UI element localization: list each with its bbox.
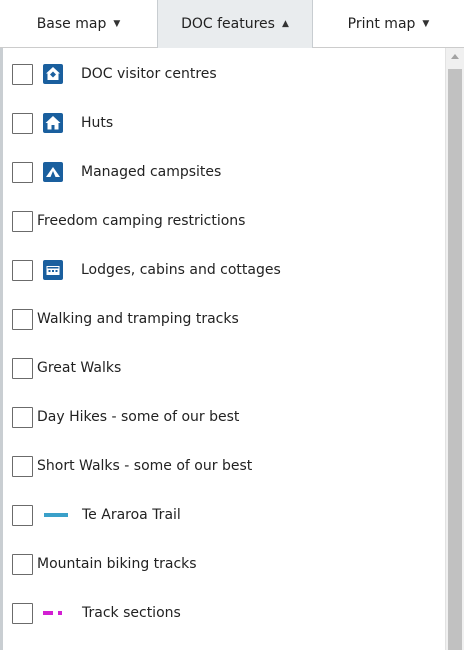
layer-item-managed-campsites[interactable]: Managed campsites — [12, 158, 221, 186]
doc-map-layers-window: Base map ▼ DOC features ▲ Print map ▼ DO… — [0, 0, 464, 650]
layer-label: Mountain biking tracks — [37, 556, 197, 572]
layer-item-doc-visitor-centres[interactable]: DOC visitor centres — [12, 60, 217, 88]
tab-doc-features-label: DOC features — [181, 16, 275, 32]
layer-label: Te Araroa Trail — [82, 507, 181, 523]
layer-label: Walking and tramping tracks — [37, 311, 239, 327]
chevron-down-icon: ▼ — [113, 18, 121, 29]
chevron-up-icon: ▲ — [281, 19, 289, 29]
layer-checkbox[interactable] — [12, 308, 33, 330]
layer-label: DOC visitor centres — [81, 66, 217, 82]
layer-label: Freedom camping restrictions — [37, 213, 246, 229]
layer-checkbox[interactable] — [12, 357, 33, 379]
hut-icon — [43, 113, 63, 133]
layer-item-short-walks[interactable]: Short Walks - some of our best — [12, 452, 252, 480]
tab-print-map[interactable]: Print map ▼ — [313, 0, 464, 48]
layer-checkbox[interactable] — [12, 112, 33, 134]
map-tab-bar: Base map ▼ DOC features ▲ Print map ▼ — [0, 0, 464, 48]
layer-label: Managed campsites — [81, 164, 222, 180]
layer-label: Short Walks - some of our best — [37, 458, 253, 474]
layer-label: Huts — [81, 115, 114, 131]
layer-item-lodges-cabins-cottages[interactable]: Lodges, cabins and cottages — [12, 256, 281, 284]
layer-item-great-walks[interactable]: Great Walks — [12, 354, 121, 382]
doc-features-panel: DOC visitor centres Huts Managed campsit… — [0, 48, 464, 650]
campsite-icon — [43, 162, 63, 182]
track-sections-dashed-icon — [42, 603, 70, 623]
layer-item-freedom-camping-restrictions[interactable]: Freedom camping restrictions — [12, 207, 245, 235]
layer-checkbox[interactable] — [12, 259, 33, 281]
layer-label: Lodges, cabins and cottages — [81, 262, 281, 278]
tab-print-map-label: Print map — [347, 15, 416, 32]
layer-checkbox[interactable] — [12, 406, 33, 428]
chevron-down-icon: ▼ — [422, 18, 430, 29]
te-araroa-line-icon — [42, 505, 70, 525]
layer-checkbox[interactable] — [12, 210, 33, 232]
layer-checkbox[interactable] — [12, 553, 33, 575]
visitor-centre-icon — [43, 64, 63, 84]
layer-checkbox[interactable] — [12, 63, 33, 85]
layer-item-track-sections[interactable]: Track sections — [12, 599, 181, 627]
layer-item-huts[interactable]: Huts — [12, 109, 113, 137]
layer-checkbox[interactable] — [12, 504, 33, 526]
layer-item-day-hikes[interactable]: Day Hikes - some of our best — [12, 403, 239, 431]
layer-label: Day Hikes - some of our best — [37, 409, 240, 425]
layer-checkbox[interactable] — [12, 455, 33, 477]
layer-item-walking-tramping-tracks[interactable]: Walking and tramping tracks — [12, 305, 239, 333]
layer-checkbox[interactable] — [12, 602, 33, 624]
layer-item-te-araroa-trail[interactable]: Te Araroa Trail — [12, 501, 181, 529]
lodge-icon — [43, 260, 63, 280]
scroll-up-icon[interactable] — [451, 54, 459, 59]
scrollbar-thumb[interactable] — [448, 69, 462, 650]
tab-base-map-label: Base map — [36, 15, 107, 32]
layer-checkbox[interactable] — [12, 161, 33, 183]
layer-label: Great Walks — [37, 360, 122, 376]
tab-doc-features[interactable]: DOC features ▲ — [157, 0, 313, 48]
layer-label: Track sections — [82, 605, 181, 621]
scrollbar[interactable] — [445, 48, 464, 650]
layer-item-mountain-biking-tracks[interactable]: Mountain biking tracks — [12, 550, 197, 578]
tab-base-map[interactable]: Base map ▼ — [0, 0, 157, 48]
